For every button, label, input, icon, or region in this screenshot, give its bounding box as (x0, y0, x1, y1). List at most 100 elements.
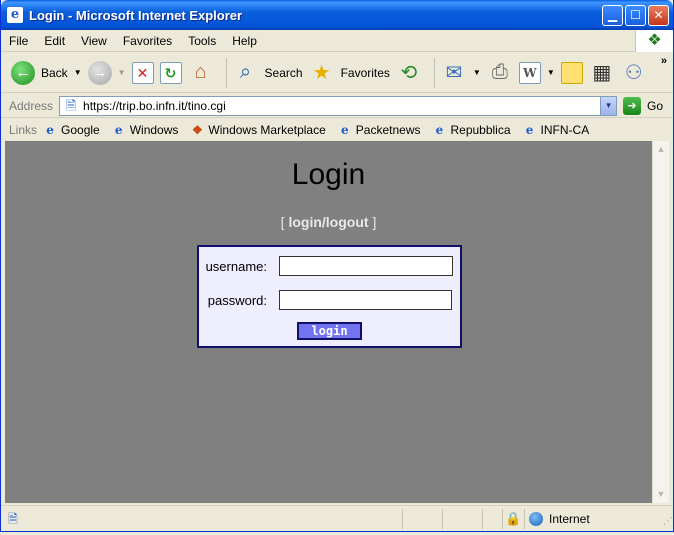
maximize-button[interactable]: ☐ (625, 5, 646, 26)
back-label: Back (41, 65, 68, 80)
address-label: Address (9, 98, 54, 113)
search-button[interactable]: ⌕ Search (233, 56, 303, 90)
link-label: Packetnews (355, 122, 421, 137)
address-bar: Address 🗎 ▼ ➜ Go (1, 94, 673, 118)
status-pane (442, 508, 482, 529)
research-icon: ▦ (592, 62, 612, 84)
ie-icon: e (114, 122, 123, 137)
menu-favorites[interactable]: Favorites (115, 34, 180, 48)
page-title: Login (291, 158, 366, 191)
link-windows[interactable]: e Windows (112, 123, 179, 137)
status-page-icon: 🗎 (8, 511, 18, 526)
address-box[interactable]: 🗎 ▼ (59, 95, 618, 116)
link-repubblica[interactable]: e Repubblica (432, 122, 511, 137)
toolbar-separator (433, 57, 435, 88)
print-button[interactable]: ⎙ (487, 56, 513, 90)
messenger-button[interactable]: ⚇ (621, 56, 647, 90)
login-button[interactable]: login (297, 322, 362, 340)
menu-help[interactable]: Help (224, 34, 265, 48)
status-pane (482, 508, 502, 529)
history-icon: ⟲ (400, 62, 418, 84)
menu-file[interactable]: File (1, 34, 36, 48)
browser-window: e Login - Microsoft Internet Explorer ▁ … (0, 0, 674, 532)
vertical-scrollbar[interactable]: ▲ ▼ (652, 141, 669, 503)
stop-button[interactable]: ✕ (131, 56, 154, 90)
go-arrow-icon: ➜ (623, 96, 642, 115)
link-infn-ca[interactable]: e INFN-CA (523, 123, 590, 137)
menu-tools[interactable]: Tools (180, 34, 224, 48)
ie-icon: e (340, 122, 349, 137)
scroll-up-arrow-icon[interactable]: ▲ (653, 141, 669, 158)
go-button[interactable]: ➜ Go (623, 96, 664, 115)
scroll-down-arrow-icon[interactable]: ▼ (653, 486, 669, 503)
search-icon: ⌕ (239, 61, 252, 83)
forward-button[interactable]: → ▼ (87, 56, 126, 90)
mail-dropdown-icon[interactable]: ▼ (473, 68, 481, 77)
bracket-open: [ (280, 214, 285, 230)
link-packetnews[interactable]: e Packetnews (338, 123, 421, 137)
edit-button[interactable]: W ▼ (518, 56, 555, 90)
menu-edit[interactable]: Edit (36, 34, 73, 48)
globe-icon (529, 511, 543, 526)
back-arrow-icon: ← (11, 60, 35, 85)
page-icon: 🗎 (65, 97, 77, 113)
back-button[interactable]: ← Back ▼ (11, 56, 82, 90)
page-content: Login [ login/logout ] username: passwor… (5, 141, 652, 503)
password-label: password: (207, 292, 267, 308)
username-input[interactable] (279, 256, 453, 276)
favorites-label: Favorites (340, 65, 390, 80)
mail-button[interactable]: ✉ ▼ (441, 56, 481, 90)
password-row: password: (199, 290, 460, 310)
link-label: Repubblica (450, 122, 511, 137)
ie-icon: e (435, 122, 444, 137)
toolbar-more-chevron-icon[interactable]: » (661, 55, 667, 67)
lock-icon[interactable]: 🔒 (502, 508, 524, 529)
home-button[interactable]: ⌂ (188, 56, 214, 90)
link-google[interactable]: e Google (43, 123, 100, 137)
bracket-close: ] (372, 214, 377, 230)
window-controls: ▁ ☐ ✕ (602, 5, 669, 26)
resize-grip-icon[interactable]: ⋰ (659, 509, 673, 529)
home-icon: ⌂ (194, 61, 207, 83)
address-input[interactable] (79, 97, 601, 114)
security-zone[interactable]: Internet (524, 508, 659, 529)
link-label: INFN-CA (540, 122, 590, 137)
stop-icon: ✕ (131, 61, 154, 84)
menu-view[interactable]: View (73, 34, 115, 48)
history-button[interactable]: ⟲ (396, 56, 422, 90)
title-bar[interactable]: e Login - Microsoft Internet Explorer ▁ … (1, 0, 673, 30)
menu-bar: File Edit View Favorites Tools Help ❖ (1, 30, 673, 52)
username-row: username: (199, 256, 460, 276)
link-label: Windows (129, 122, 179, 137)
close-button[interactable]: ✕ (648, 5, 669, 26)
window-title: Login - Microsoft Internet Explorer (29, 7, 243, 23)
note-icon (560, 61, 583, 84)
discuss-button[interactable] (560, 56, 583, 90)
word-edit-icon: W (518, 61, 541, 84)
refresh-icon: ↻ (159, 61, 182, 84)
link-label: Windows Marketplace (208, 122, 326, 137)
windows-logo-icon: ❖ (635, 30, 673, 52)
minimize-button[interactable]: ▁ (602, 5, 623, 26)
nav-links: [ login/logout ] (5, 214, 652, 230)
link-windows-marketplace[interactable]: ❖ Windows Marketplace (190, 122, 326, 137)
status-right: 🔒 Internet ⋰ (502, 508, 673, 529)
mail-icon: ✉ (445, 62, 463, 84)
login-logout-link[interactable]: login/logout (288, 214, 368, 230)
edit-dropdown-icon[interactable]: ▼ (547, 68, 555, 77)
ie-icon: e (525, 122, 534, 137)
password-input[interactable] (279, 290, 452, 310)
status-bar: 🗎 🔒 Internet ⋰ (1, 505, 673, 531)
favorites-button[interactable]: ★ Favorites (309, 56, 390, 90)
research-button[interactable]: ▦ (589, 56, 615, 90)
favorites-star-icon: ★ (312, 62, 331, 84)
address-dropdown-icon[interactable]: ▼ (600, 96, 617, 115)
windows-flag-icon: ❖ (192, 122, 203, 137)
messenger-icon: ⚇ (624, 62, 643, 84)
link-label: Google (61, 122, 100, 137)
forward-dropdown-icon[interactable]: ▼ (118, 68, 126, 77)
back-dropdown-icon[interactable]: ▼ (74, 68, 82, 77)
search-label: Search (264, 65, 303, 80)
refresh-button[interactable]: ↻ (159, 56, 182, 90)
go-label: Go (647, 98, 664, 113)
